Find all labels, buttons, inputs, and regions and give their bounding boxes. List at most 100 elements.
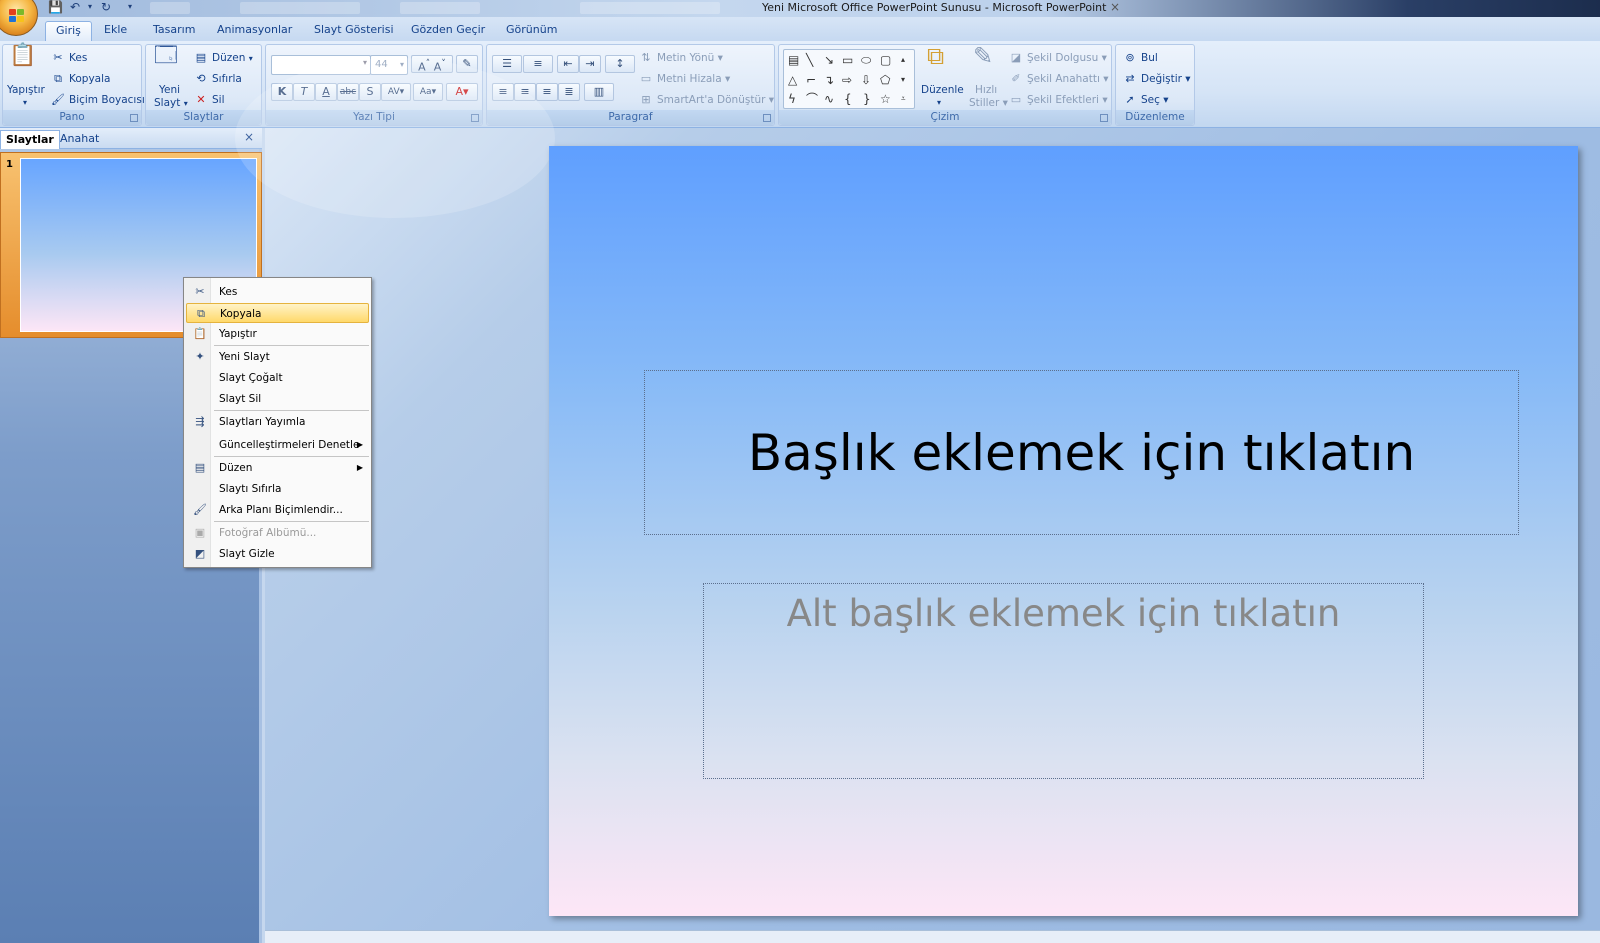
shape-outline-button[interactable]: ✐ Şekil Anahattı ▾ — [1009, 72, 1108, 86]
shape-effects-button[interactable]: ▭ Şekil Efektleri ▾ — [1009, 93, 1108, 107]
lightning-shape-icon[interactable]: ϟ — [788, 92, 796, 106]
decrease-indent-button[interactable]: ⇤ — [557, 55, 579, 73]
copy-icon: ⧉ — [197, 307, 205, 320]
menu-item-reset-slide[interactable]: Slaytı Sıfırla — [186, 479, 369, 499]
rectangle-shape-icon[interactable]: ▭ — [842, 53, 853, 67]
quick-styles-icon[interactable]: ✎ — [973, 44, 993, 68]
menu-item-format-background[interactable]: 🖌 Arka Planı Biçimlendir... — [186, 500, 369, 520]
menu-item-label: Kes — [219, 286, 238, 298]
subtitle-placeholder[interactable]: Alt başlık eklemek için tıklatın — [703, 583, 1424, 779]
arc-shape-icon[interactable]: ⌒ — [806, 92, 818, 106]
oval-shape-icon[interactable]: ⬭ — [861, 53, 871, 67]
menu-item-paste[interactable]: 📋 Yapıştır — [186, 324, 369, 344]
justify-button[interactable]: ≣ — [558, 83, 580, 101]
layout-button[interactable]: ▤ Düzen ▾ — [194, 51, 253, 66]
arrow-line-shape-icon[interactable]: ↘ — [824, 53, 834, 67]
quick-styles-label-1[interactable]: Hızlı — [975, 83, 997, 97]
triangle-shape-icon[interactable]: △ — [788, 73, 797, 87]
menu-item-cut[interactable]: ✂ Kes — [186, 282, 369, 302]
pentagon-shape-icon[interactable]: ⬠ — [880, 73, 890, 87]
new-slide-label-1[interactable]: Yeni — [159, 83, 180, 97]
save-icon[interactable]: 💾 — [48, 0, 63, 14]
undo-icon[interactable]: ↶ — [70, 0, 80, 14]
arrange-button[interactable]: Düzenle — [921, 83, 964, 97]
tab-gozden-gecir[interactable]: Gözden Geçir — [401, 21, 495, 41]
new-slide-label-2[interactable]: Slayt ▾ — [154, 96, 188, 111]
pano-launcher-icon[interactable] — [130, 114, 138, 122]
shape-fill-label: Şekil Dolgusu — [1027, 52, 1099, 64]
copy-button[interactable]: ⧉ Kopyala — [51, 72, 110, 86]
arrange-dropdown-icon[interactable]: ▾ — [937, 96, 941, 110]
menu-item-publish-slides[interactable]: ⇶ Slaytları Yayımla — [186, 412, 369, 432]
line-shape-icon[interactable]: ╲ — [806, 53, 813, 67]
paragraph-launcher-icon[interactable] — [763, 114, 771, 122]
menu-item-label: Slayt Gizle — [219, 548, 275, 560]
paste-button[interactable]: Yapıştır — [7, 83, 45, 97]
paste-dropdown-icon[interactable]: ▾ — [23, 96, 27, 110]
quick-styles-label-2[interactable]: Stiller ▾ — [969, 96, 1008, 110]
replace-button[interactable]: ⇄ Değiştir ▾ — [1123, 72, 1190, 86]
left-brace-shape-icon[interactable]: { — [844, 92, 852, 106]
shape-fill-button[interactable]: ◪ Şekil Dolgusu ▾ — [1009, 51, 1107, 65]
tab-animasyonlar[interactable]: Animasyonlar — [207, 21, 302, 41]
elbow-arrow-shape-icon[interactable]: ↴ — [824, 73, 834, 87]
select-button[interactable]: ➚ Seç ▾ — [1123, 93, 1168, 107]
tab-anahat[interactable]: Anahat — [55, 130, 104, 149]
reset-label: Sıfırla — [212, 73, 242, 85]
drawing-launcher-icon[interactable] — [1100, 114, 1108, 122]
title-ghost — [580, 2, 720, 14]
gallery-down-icon[interactable]: ▾ — [901, 73, 905, 87]
shapes-gallery[interactable]: ▤ ╲ ↘ ▭ ⬭ ▢ △ ⌐ ↴ ⇨ ⇩ ⬠ ϟ ⌒ ∿ { } ☆ ▴ ▾ … — [783, 49, 915, 109]
increase-indent-button[interactable]: ⇥ — [579, 55, 601, 73]
new-slide-icon[interactable]: 🗔 — [154, 45, 178, 67]
redo-icon[interactable]: ↻ — [101, 0, 111, 14]
numbering-button[interactable]: ≡ — [523, 55, 553, 73]
menu-item-delete-slide[interactable]: Slayt Sil — [186, 389, 369, 409]
select-label: Seç — [1141, 94, 1160, 106]
tab-tasarim[interactable]: Tasarım — [143, 21, 205, 41]
menu-item-layout[interactable]: ▤ Düzen ▶ — [186, 458, 369, 478]
tab-slaytlar[interactable]: Slaytlar — [0, 130, 60, 149]
tab-giris[interactable]: Giriş — [45, 21, 92, 41]
reset-button[interactable]: ⟲ Sıfırla — [194, 72, 242, 86]
gallery-up-icon[interactable]: ▴ — [901, 53, 905, 67]
down-arrow-shape-icon[interactable]: ⇩ — [861, 73, 871, 87]
align-text-label: Metni Hizala — [657, 73, 722, 85]
columns-button[interactable]: ▥ — [584, 83, 614, 101]
tab-ekle[interactable]: Ekle — [94, 21, 137, 41]
gallery-more-icon[interactable]: ⩡ — [901, 92, 906, 106]
tab-gorunum[interactable]: Görünüm — [496, 21, 567, 41]
title-placeholder[interactable]: Başlık eklemek için tıklatın — [644, 370, 1519, 535]
slide-canvas[interactable]: Başlık eklemek için tıklatın Alt başlık … — [549, 146, 1578, 916]
menu-item-new-slide[interactable]: ✦ Yeni Slayt — [186, 347, 369, 367]
right-arrow-shape-icon[interactable]: ⇨ — [842, 73, 852, 87]
undo-dropdown-icon[interactable]: ▾ — [88, 0, 92, 14]
menu-item-check-updates[interactable]: Güncelleştirmeleri Denetle ▶ — [186, 435, 369, 455]
paste-icon[interactable]: 📋 — [9, 45, 36, 67]
tab-slayt-gosterisi[interactable]: Slayt Gösterisi — [304, 21, 404, 41]
smartart-button[interactable]: ⊞ SmartArt'a Dönüştür ▾ — [639, 93, 774, 107]
right-brace-shape-icon[interactable]: } — [863, 92, 871, 106]
line-spacing-button[interactable]: ↕ — [605, 55, 635, 73]
curve-shape-icon[interactable]: ∿ — [824, 92, 834, 106]
menu-item-duplicate-slide[interactable]: Slayt Çoğalt — [186, 368, 369, 388]
bullets-button[interactable]: ☰ — [492, 55, 522, 73]
star-shape-icon[interactable]: ☆ — [880, 92, 891, 106]
align-text-button[interactable]: ▭ Metni Hizala ▾ — [639, 72, 730, 86]
text-direction-button[interactable]: ⇅ Metin Yönü ▾ — [639, 51, 723, 65]
horizontal-scrollbar[interactable] — [265, 930, 1600, 943]
customize-qat-icon[interactable]: ▾ — [128, 0, 132, 14]
rounded-rect-shape-icon[interactable]: ▢ — [880, 53, 891, 67]
menu-separator — [214, 345, 369, 346]
find-button[interactable]: ⊚ Bul — [1123, 51, 1157, 65]
cut-button[interactable]: ✂ Kes — [51, 51, 87, 65]
menu-item-copy[interactable]: ⧉ Kopyala — [186, 303, 369, 323]
align-right-button[interactable]: ≡ — [536, 83, 558, 101]
format-painter-button[interactable]: 🖌 Biçim Boyacısı — [51, 93, 145, 107]
menu-item-hide-slide[interactable]: ◩ Slayt Gizle — [186, 544, 369, 564]
align-text-icon: ▭ — [640, 72, 652, 85]
arrange-icon[interactable]: ⧉ — [927, 44, 944, 68]
delete-slide-button[interactable]: ✕ Sil — [194, 93, 224, 107]
elbow-connector-shape-icon[interactable]: ⌐ — [806, 73, 816, 87]
textbox-shape-icon[interactable]: ▤ — [788, 53, 799, 67]
